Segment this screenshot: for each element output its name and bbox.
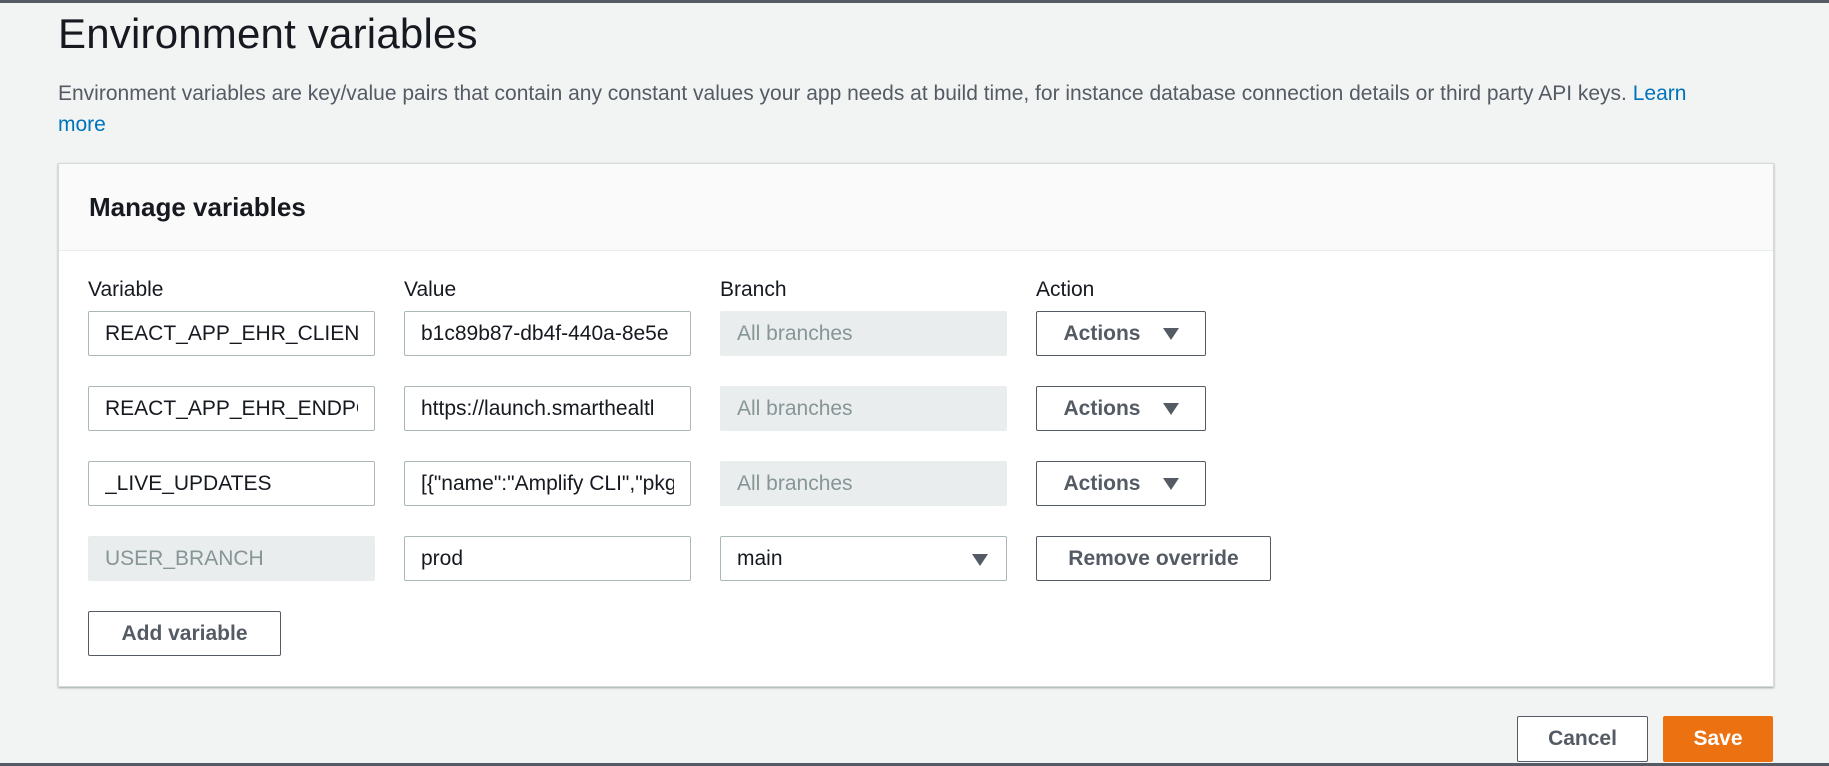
branch-field-disabled: All branches — [720, 386, 1007, 431]
branch-select-value: main — [737, 547, 783, 570]
caret-down-icon — [972, 554, 988, 566]
variable-name-input[interactable] — [88, 386, 375, 431]
column-label-action: Action — [1036, 278, 1095, 301]
variable-value-input[interactable] — [404, 311, 691, 356]
add-variable-button[interactable]: Add variable — [88, 611, 281, 656]
save-button[interactable]: Save — [1663, 716, 1773, 762]
actions-dropdown-button[interactable]: Actions — [1036, 386, 1206, 431]
actions-dropdown-button[interactable]: Actions — [1036, 311, 1206, 356]
variable-value-input[interactable] — [404, 386, 691, 431]
branch-field-disabled: All branches — [720, 461, 1007, 506]
description-text: Environment variables are key/value pair… — [58, 82, 1627, 105]
actions-label: Actions — [1063, 396, 1141, 420]
top-border — [0, 0, 1829, 3]
caret-down-icon — [1162, 402, 1179, 415]
column-label-variable: Variable — [88, 278, 164, 301]
panel-title: Manage variables — [89, 192, 306, 222]
variable-name-input[interactable] — [88, 311, 375, 356]
column-label-branch: Branch — [720, 278, 787, 301]
page-title: Environment variables — [58, 10, 478, 57]
page-description: Environment variables are key/value pair… — [58, 78, 1738, 140]
variable-value-input[interactable] — [404, 536, 691, 581]
actions-label: Actions — [1063, 471, 1141, 495]
column-label-value: Value — [404, 278, 457, 301]
branch-field-disabled: All branches — [720, 311, 1007, 356]
actions-dropdown-button[interactable]: Actions — [1036, 461, 1206, 506]
remove-override-button[interactable]: Remove override — [1036, 536, 1271, 581]
caret-down-icon — [1162, 477, 1179, 490]
variable-name-input[interactable] — [88, 461, 375, 506]
variable-name-field-disabled: USER_BRANCH — [88, 536, 375, 581]
manage-variables-panel: Manage variables Variable Value Branch A… — [58, 163, 1774, 687]
actions-label: Actions — [1063, 321, 1141, 345]
variable-value-input[interactable] — [404, 461, 691, 506]
caret-down-icon — [1162, 327, 1179, 340]
panel-header: Manage variables — [59, 164, 1773, 251]
cancel-button[interactable]: Cancel — [1517, 716, 1648, 762]
branch-select[interactable]: main — [720, 536, 1007, 581]
